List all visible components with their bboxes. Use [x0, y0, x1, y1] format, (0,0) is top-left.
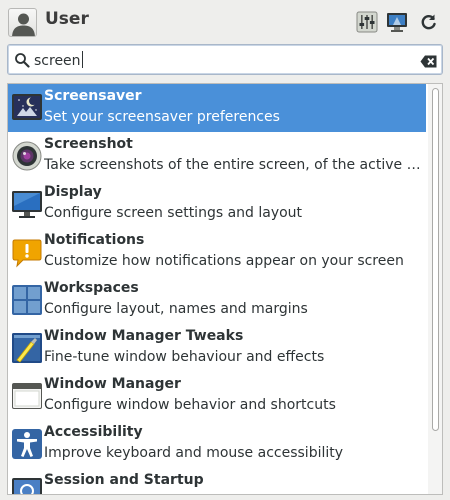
list-item-window-manager-tweaks[interactable]: Window Manager Tweaks Fine-tune window b…: [8, 324, 426, 372]
list-item-display[interactable]: Display Configure screen settings and la…: [8, 180, 426, 228]
logout-icon[interactable]: [418, 11, 440, 33]
clear-icon[interactable]: [420, 53, 437, 72]
item-title: Notifications: [44, 232, 145, 248]
notifications-icon: [11, 236, 43, 268]
window-manager-tweaks-icon: [11, 332, 43, 364]
item-description: Configure layout, names and margins: [44, 301, 308, 317]
accessibility-icon: [11, 428, 43, 460]
user-avatar-icon[interactable]: [8, 8, 37, 37]
item-description: Take screenshots of the entire screen, o…: [44, 157, 422, 173]
item-description: Fine-tune window behaviour and effects: [44, 349, 325, 365]
list-item-accessibility[interactable]: Accessibility Improve keyboard and mouse…: [8, 420, 426, 468]
display-preferences-icon[interactable]: [386, 11, 408, 33]
list-item-screensaver[interactable]: Screensaver Set your screensaver prefere…: [8, 84, 426, 132]
list-item-screenshot[interactable]: Screenshot Take screenshots of the entir…: [8, 132, 426, 180]
list-item-session-and-startup[interactable]: Session and Startup: [8, 468, 426, 494]
item-description: Set your screensaver preferences: [44, 109, 280, 125]
item-title: Screensaver: [44, 88, 142, 104]
search-input[interactable]: screen: [34, 51, 83, 69]
search-icon: [14, 52, 30, 72]
item-description: Configure window behavior and shortcuts: [44, 397, 336, 413]
item-title: Window Manager: [44, 376, 181, 392]
display-icon: [11, 188, 43, 220]
settings-manager-icon[interactable]: [356, 11, 378, 33]
text-cursor: [81, 51, 83, 68]
item-description: Improve keyboard and mouse accessibility: [44, 445, 344, 461]
header: User: [0, 0, 450, 44]
list-item-workspaces[interactable]: Workspaces Configure layout, names and m…: [8, 276, 426, 324]
scrollbar-thumb[interactable]: [432, 88, 439, 431]
item-title: Accessibility: [44, 424, 143, 440]
item-title: Window Manager Tweaks: [44, 328, 244, 344]
window-manager-icon: [11, 380, 43, 412]
item-description: Configure screen settings and layout: [44, 205, 303, 221]
item-title: Display: [44, 184, 102, 200]
results-list: Screensaver Set your screensaver prefere…: [7, 83, 443, 495]
screensaver-icon: [11, 92, 43, 124]
session-startup-icon: [11, 476, 43, 494]
workspaces-icon: [11, 284, 43, 316]
item-title: Workspaces: [44, 280, 139, 296]
scrollbar[interactable]: [428, 84, 442, 494]
item-title: Session and Startup: [44, 472, 204, 488]
list-item-notifications[interactable]: Notifications Customize how notification…: [8, 228, 426, 276]
item-title: Screenshot: [44, 136, 133, 152]
list-item-window-manager[interactable]: Window Manager Configure window behavior…: [8, 372, 426, 420]
search-field[interactable]: screen: [7, 44, 443, 75]
screenshot-icon: [11, 140, 43, 172]
item-description: Customize how notifications appear on yo…: [44, 253, 404, 269]
user-name: User: [45, 9, 89, 29]
